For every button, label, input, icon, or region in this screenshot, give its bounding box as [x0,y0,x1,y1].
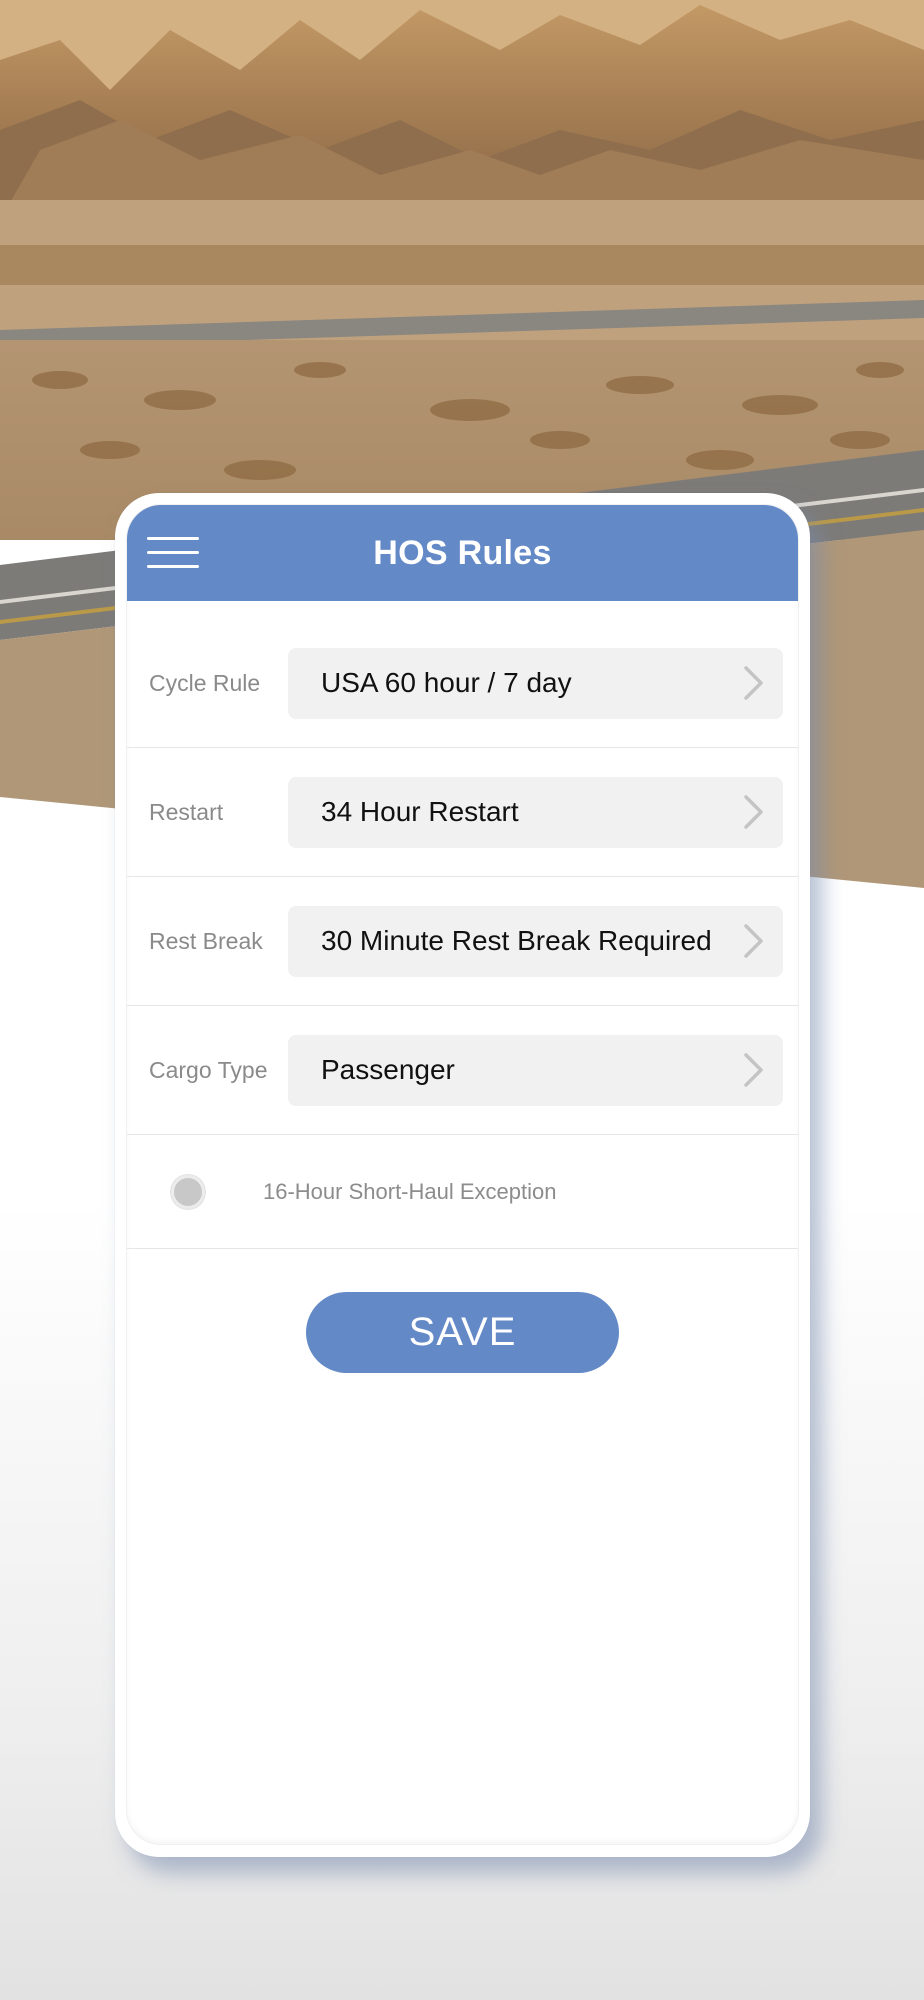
chevron-right-icon [744,795,763,829]
chevron-right-icon [744,666,763,700]
setting-value: 30 Minute Rest Break Required [321,925,712,956]
setting-row-cycle-rule: Cycle Rule USA 60 hour / 7 day [127,619,798,748]
setting-row-cargo-type: Cargo Type Passenger [127,1006,798,1135]
setting-label: Cargo Type [149,1056,268,1083]
phone-frame: HOS Rules Cycle Rule USA 60 hour / 7 day… [115,493,810,1857]
short-haul-exception-label: 16-Hour Short-Haul Exception [263,1178,557,1204]
settings-list: Cycle Rule USA 60 hour / 7 day Restart 3… [127,601,798,1249]
chevron-right-icon [744,1053,763,1087]
setting-label: Cycle Rule [149,669,261,696]
app-screen: HOS Rules Cycle Rule USA 60 hour / 7 day… [127,505,798,1844]
save-button[interactable]: SAVE [306,1292,619,1373]
chevron-right-icon [744,924,763,958]
short-haul-exception-radio[interactable] [171,1174,205,1209]
setting-row-restart: Restart 34 Hour Restart [127,748,798,877]
app-header: HOS Rules [127,505,798,601]
cycle-rule-select[interactable]: USA 60 hour / 7 day [288,647,783,719]
setting-value: USA 60 hour / 7 day [321,667,572,698]
rest-break-select[interactable]: 30 Minute Rest Break Required [288,905,783,977]
setting-value: 34 Hour Restart [321,796,519,827]
setting-label: Rest Break [149,927,263,954]
setting-label: Restart [149,798,224,825]
setting-value: Passenger [321,1054,455,1085]
cargo-type-select[interactable]: Passenger [288,1034,783,1106]
page-title: HOS Rules [373,533,552,572]
short-haul-exception-row: 16-Hour Short-Haul Exception [127,1135,798,1249]
setting-row-rest-break: Rest Break 30 Minute Rest Break Required [127,877,798,1006]
save-container: SAVE [127,1249,798,1373]
hamburger-menu-icon[interactable] [147,535,199,569]
restart-select[interactable]: 34 Hour Restart [288,776,783,848]
